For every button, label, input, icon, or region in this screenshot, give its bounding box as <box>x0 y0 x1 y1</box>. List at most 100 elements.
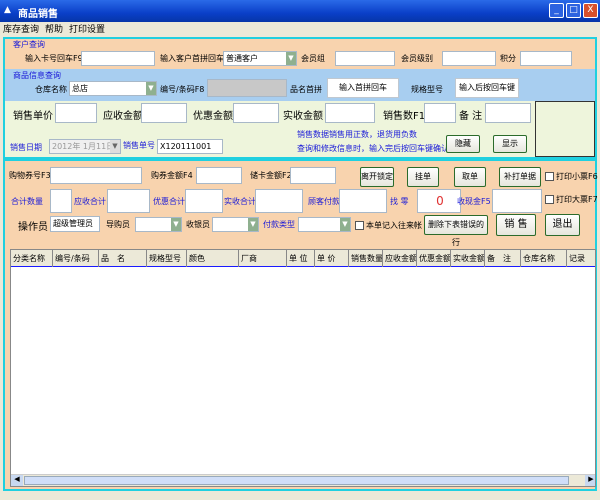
show-button[interactable]: 显示 <box>493 135 527 153</box>
column-header[interactable]: 分类名称 <box>11 250 53 267</box>
cashier-label: 收银员 <box>186 220 210 229</box>
warehouse-label: 仓库名称 <box>35 85 67 94</box>
column-header[interactable]: 记录 <box>567 250 595 267</box>
grid-header: 分类名称 编号/条码品 名规格型号 颜色 厂商单 位单 价销售数量 应收金额 优惠金额 实收… <box>11 250 595 267</box>
column-header[interactable]: 颜色 <box>187 250 239 267</box>
points-input[interactable] <box>520 51 572 66</box>
column-header[interactable]: 优惠金额 <box>417 250 451 267</box>
exit-button[interactable]: 退出 <box>545 214 580 236</box>
scroll-thumb[interactable] <box>24 476 569 485</box>
minimize-button[interactable]: _ <box>549 3 564 18</box>
leave-lock-button[interactable]: 离开锁定 <box>360 167 394 187</box>
group-input[interactable] <box>335 51 395 66</box>
product-section: 商品信息查询 仓库名称 总店 ▼ 编号/条码F8 品名首拼 输入首拼回车 规格型号… <box>5 69 595 101</box>
card-label: 输入卡号回车F9 <box>25 54 83 63</box>
sales-grid: 分类名称 编号/条码品 名规格型号 颜色 厂商单 位单 价销售数量 应收金额 优惠金额 实收… <box>10 249 596 487</box>
spec-label: 规格型号 <box>411 85 443 94</box>
spec-input[interactable]: 输入后按回车键 <box>455 78 519 98</box>
chevron-down-icon: ▼ <box>110 140 120 153</box>
receivable-label: 应收金额 <box>103 111 143 122</box>
total-actual-input[interactable] <box>255 189 303 213</box>
column-header[interactable]: 仓库名称 <box>521 250 567 267</box>
column-header[interactable]: 规格型号 <box>147 250 187 267</box>
print-big-label: 打印大票F7 <box>556 195 598 204</box>
take-button[interactable]: 取单 <box>454 167 486 187</box>
voucher-amt-input[interactable] <box>196 167 242 184</box>
total-recv-input[interactable] <box>107 189 150 213</box>
level-input[interactable] <box>442 51 496 66</box>
price-label: 销售单价 <box>13 111 53 122</box>
print-small-label: 打印小票F6 <box>556 172 598 181</box>
warehouse-value: 总店 <box>72 84 88 93</box>
card-amt-input[interactable] <box>290 167 336 184</box>
cust-pay-input[interactable] <box>339 189 387 213</box>
voucher-no-input[interactable] <box>50 167 142 184</box>
card-amt-label: 储卡金额F2 <box>250 171 292 180</box>
total-disc-input[interactable] <box>185 189 223 213</box>
column-header[interactable]: 备 注 <box>485 250 521 267</box>
remark-input[interactable] <box>485 103 531 123</box>
receivable-input[interactable] <box>141 103 187 123</box>
hide-button[interactable]: 隐藏 <box>446 135 480 153</box>
chevron-down-icon: ▼ <box>248 218 258 231</box>
order-label: 销售单号 <box>123 141 155 150</box>
pinyin-label: 输入客户首拼回车 <box>160 54 224 63</box>
customer-type-value: 普通客户 <box>226 54 258 63</box>
order-value: X120111001 <box>160 142 212 151</box>
chevron-down-icon: ▼ <box>171 218 181 231</box>
cashier-select[interactable]: ▼ <box>212 217 259 232</box>
discount-label: 优惠金额 <box>193 111 233 122</box>
scroll-right-icon[interactable]: ▶ <box>585 475 595 486</box>
date-picker[interactable]: 2012年 1月11日 ▼ <box>49 139 121 154</box>
image-box <box>535 101 595 157</box>
price-input[interactable] <box>55 103 97 123</box>
cash-input[interactable] <box>492 189 542 213</box>
actual-label: 实收金额 <box>283 111 323 122</box>
column-header[interactable]: 厂商 <box>239 250 287 267</box>
qty-input[interactable] <box>424 103 456 123</box>
hold-button[interactable]: 挂单 <box>407 167 439 187</box>
actual-input[interactable] <box>325 103 375 123</box>
credit-checkbox[interactable] <box>355 221 364 230</box>
menu-inventory[interactable]: 库存查询 <box>3 25 39 35</box>
column-header[interactable]: 销售数量 <box>349 250 383 267</box>
column-header[interactable]: 单 价 <box>315 250 349 267</box>
total-actual-label: 实收合计 <box>224 197 256 206</box>
close-button[interactable]: X <box>583 3 598 18</box>
payment-panel: 购物券号F3 购券金额F4 储卡金额F2 离开锁定 挂单 取单 补打单据 打印小… <box>3 159 598 491</box>
guide-select[interactable]: ▼ <box>135 217 182 232</box>
customer-section-title: 客户查询 <box>13 40 45 49</box>
menu-help[interactable]: 帮助 <box>45 25 63 35</box>
date-value: 2012年 1月11日 <box>52 142 115 151</box>
code-input[interactable] <box>207 79 287 97</box>
column-header[interactable]: 品 名 <box>99 250 147 267</box>
operator-input[interactable]: 超级管理员 <box>50 216 100 232</box>
customer-type-select[interactable]: 普通客户 ▼ <box>223 51 297 66</box>
column-header[interactable]: 编号/条码 <box>53 250 99 267</box>
print-small-checkbox[interactable] <box>545 172 554 181</box>
print-big-checkbox[interactable] <box>545 195 554 204</box>
discount-input[interactable] <box>233 103 279 123</box>
menu-print-settings[interactable]: 打印设置 <box>69 25 105 35</box>
sell-button[interactable]: 销 售 <box>496 214 536 236</box>
column-header[interactable]: 单 位 <box>287 250 315 267</box>
code-label: 编号/条码F8 <box>160 85 205 94</box>
card-input[interactable] <box>81 51 155 66</box>
column-header[interactable]: 应收金额 <box>383 250 417 267</box>
total-qty-label: 合计数量 <box>11 197 43 206</box>
delete-row-button[interactable]: 删除下表错误的行 <box>424 215 488 247</box>
maximize-button[interactable]: □ <box>566 3 581 18</box>
remark-label: 备 注 <box>459 111 483 122</box>
scroll-left-icon[interactable]: ◀ <box>11 475 23 486</box>
title-bar <box>0 0 600 22</box>
voucher-amt-label: 购券金额F4 <box>151 171 193 180</box>
horizontal-scrollbar[interactable]: ◀ ▶ <box>11 474 595 486</box>
voucher-no-label: 购物券号F3 <box>9 171 51 180</box>
order-input[interactable]: X120111001 <box>157 139 223 154</box>
warehouse-select[interactable]: 总店 ▼ <box>69 81 157 96</box>
column-header[interactable]: 实收金额 <box>451 250 485 267</box>
reprint-button[interactable]: 补打单据 <box>499 167 541 187</box>
name-pinyin-input[interactable]: 输入首拼回车 <box>327 78 399 98</box>
pay-type-select[interactable]: ▼ <box>298 217 351 232</box>
total-qty-input[interactable] <box>50 189 72 213</box>
